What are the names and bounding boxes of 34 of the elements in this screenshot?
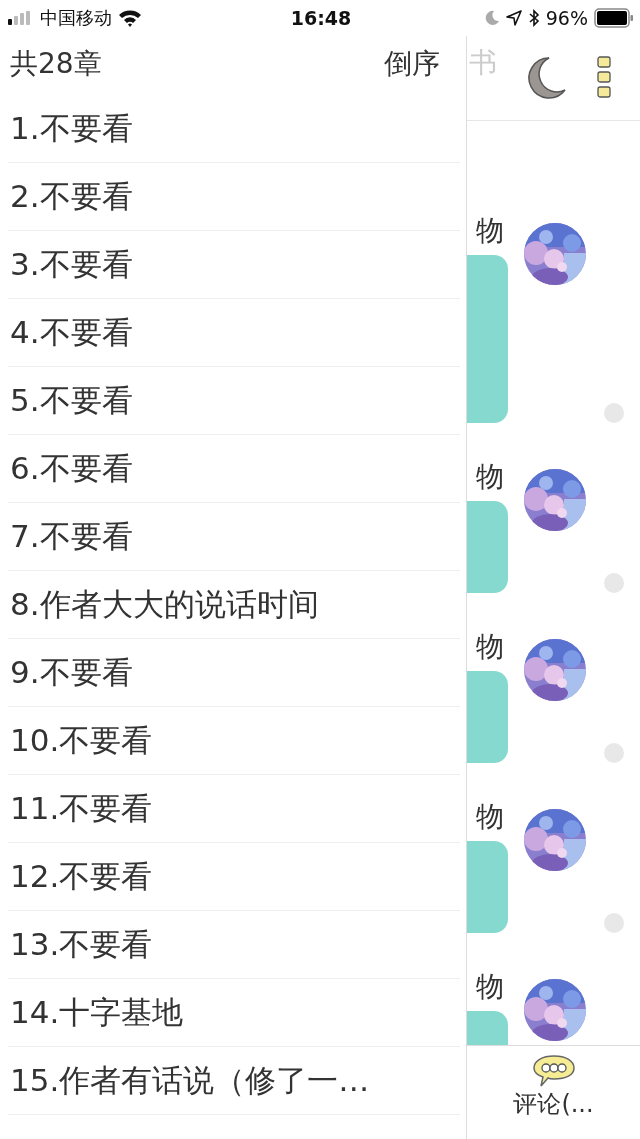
battery-percent: 96%	[545, 7, 588, 29]
chapter-count: 共28章	[10, 46, 102, 82]
chapter-item[interactable]: 2.不要看	[8, 163, 460, 231]
chapter-item[interactable]: 6.不要看	[8, 435, 460, 503]
status-time: 16:48	[290, 7, 352, 29]
chapter-item[interactable]: 14.十字基地	[8, 979, 460, 1047]
sender-name: 物	[476, 217, 505, 245]
chapter-item[interactable]: 9.不要看	[8, 639, 460, 707]
sender-name: 物	[476, 803, 505, 831]
sort-button[interactable]: 倒序	[384, 45, 440, 83]
battery-icon	[594, 8, 634, 28]
bluetooth-icon	[527, 9, 540, 27]
wifi-icon	[118, 9, 142, 27]
sender-name: 物	[476, 463, 505, 491]
comment-button[interactable]: 评论(...	[513, 1046, 594, 1139]
chapter-item[interactable]: 13.不要看	[8, 911, 460, 979]
chapter-item[interactable]: 7.不要看	[8, 503, 460, 571]
moon-icon	[483, 10, 500, 26]
carrier-name: 中国移动	[40, 6, 112, 30]
chapter-item[interactable]: 4.不要看	[8, 299, 460, 367]
menu-icon[interactable]	[597, 56, 611, 98]
chapter-item[interactable]: 1.不要看	[8, 95, 460, 163]
chapter-item[interactable]: 11.不要看	[8, 775, 460, 843]
chapter-item[interactable]: 8.作者大大的说话时间	[8, 571, 460, 639]
chapter-item[interactable]: 12.不要看	[8, 843, 460, 911]
chapter-item[interactable]: 3.不要看	[8, 231, 460, 299]
speech-bubble-icon	[531, 1054, 576, 1088]
sender-name: 物	[476, 973, 505, 1001]
chapter-item[interactable]: 10.不要看	[8, 707, 460, 775]
moon-icon[interactable]	[525, 56, 567, 102]
location-arrow-icon	[505, 10, 522, 26]
chapter-item[interactable]: 15.作者有话说（修了一…	[8, 1047, 460, 1115]
sender-name: 物	[476, 633, 505, 661]
chapter-item[interactable]: 5.不要看	[8, 367, 460, 435]
